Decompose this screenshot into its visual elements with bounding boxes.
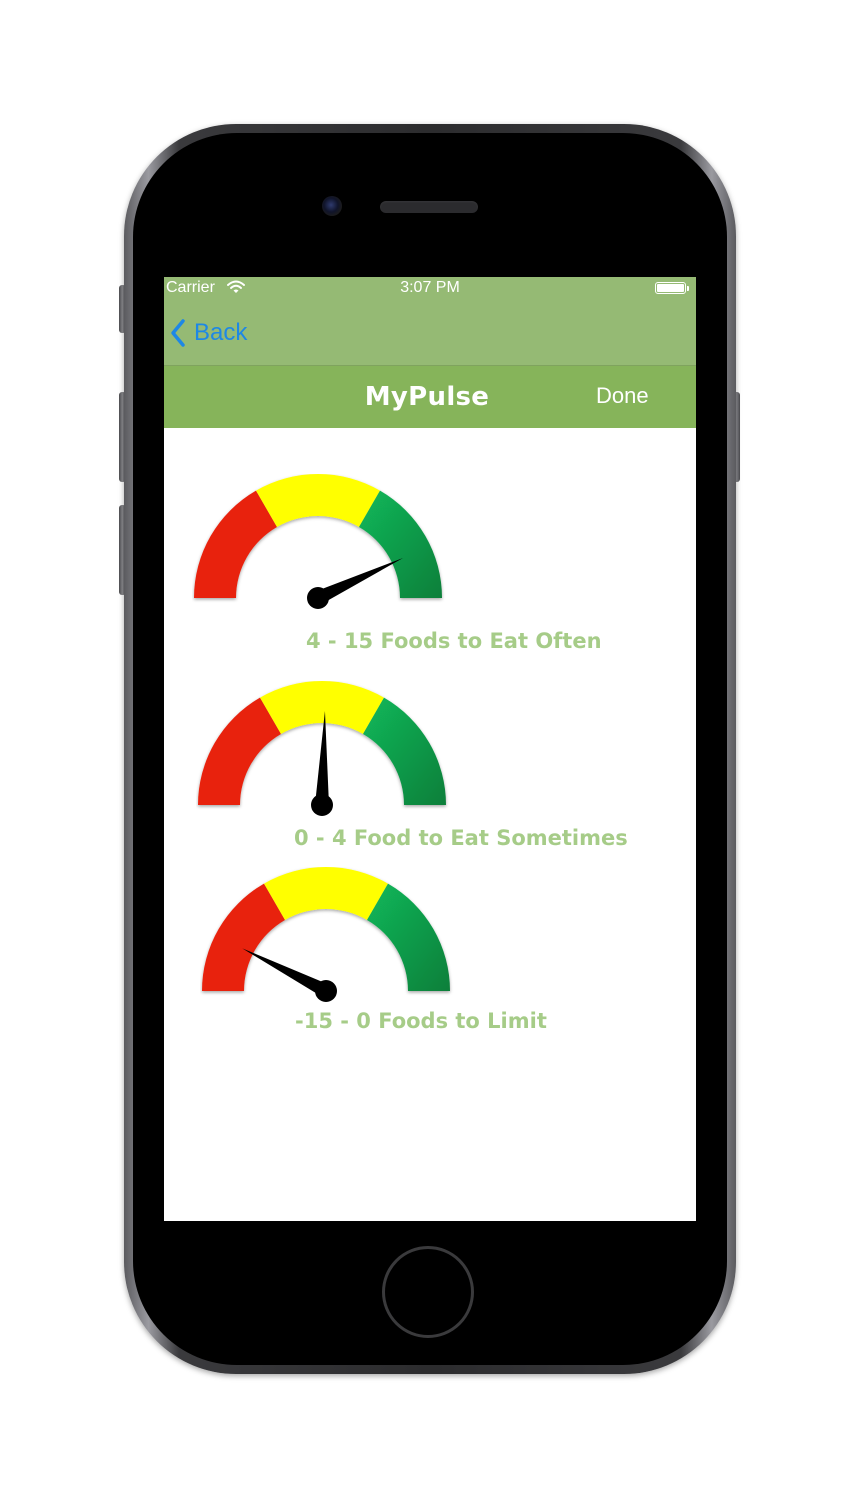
status-time: 3:07 PM: [400, 279, 460, 296]
chevron-left-icon: [171, 319, 185, 347]
back-label: Back: [194, 319, 248, 346]
front-camera: [322, 196, 342, 216]
title-bar: MyPulse Done: [164, 366, 696, 428]
gauge-needle-hub: [315, 980, 337, 1002]
app-screen: Carrier 3:07 PM Back MyPulse Done 4 - 15…: [164, 277, 696, 1221]
home-button[interactable]: [382, 1246, 474, 1338]
navigation-bar: Back: [164, 301, 696, 366]
gauge-zone-yellow: [264, 867, 388, 920]
gauge-limit: [202, 867, 450, 1002]
gauge-zone-yellow: [256, 474, 380, 527]
phone-mockup: Carrier 3:07 PM Back MyPulse Done 4 - 15…: [0, 0, 857, 1500]
gauge-needle-hub: [307, 587, 329, 609]
back-button[interactable]: Back: [168, 317, 247, 349]
gauge-zone-red: [202, 883, 285, 991]
battery-icon: [655, 282, 686, 294]
status-bar: Carrier 3:07 PM: [164, 277, 696, 301]
gauge-eat-sometimes: [198, 681, 446, 816]
done-button[interactable]: Done: [596, 383, 649, 409]
gauge-zone-green: [363, 697, 446, 805]
gauge-zone-green: [359, 490, 442, 598]
gauge-needle: [315, 711, 329, 806]
gauge-zone-yellow: [260, 681, 384, 734]
gauge-needle-hub: [311, 794, 333, 816]
gauge-eat-often: [194, 474, 442, 609]
gauge-zone-red: [198, 697, 281, 805]
battery-tip: [687, 286, 689, 291]
gauge-zone-green: [367, 883, 450, 991]
gauge-caption-eat-sometimes: 0 - 4 Food to Eat Sometimes: [294, 826, 628, 850]
gauge-caption-limit: -15 - 0 Foods to Limit: [295, 1009, 547, 1033]
earpiece-speaker: [380, 201, 478, 213]
gauge-caption-eat-often: 4 - 15 Foods to Eat Often: [306, 629, 602, 653]
gauge-zone-red: [194, 490, 277, 598]
